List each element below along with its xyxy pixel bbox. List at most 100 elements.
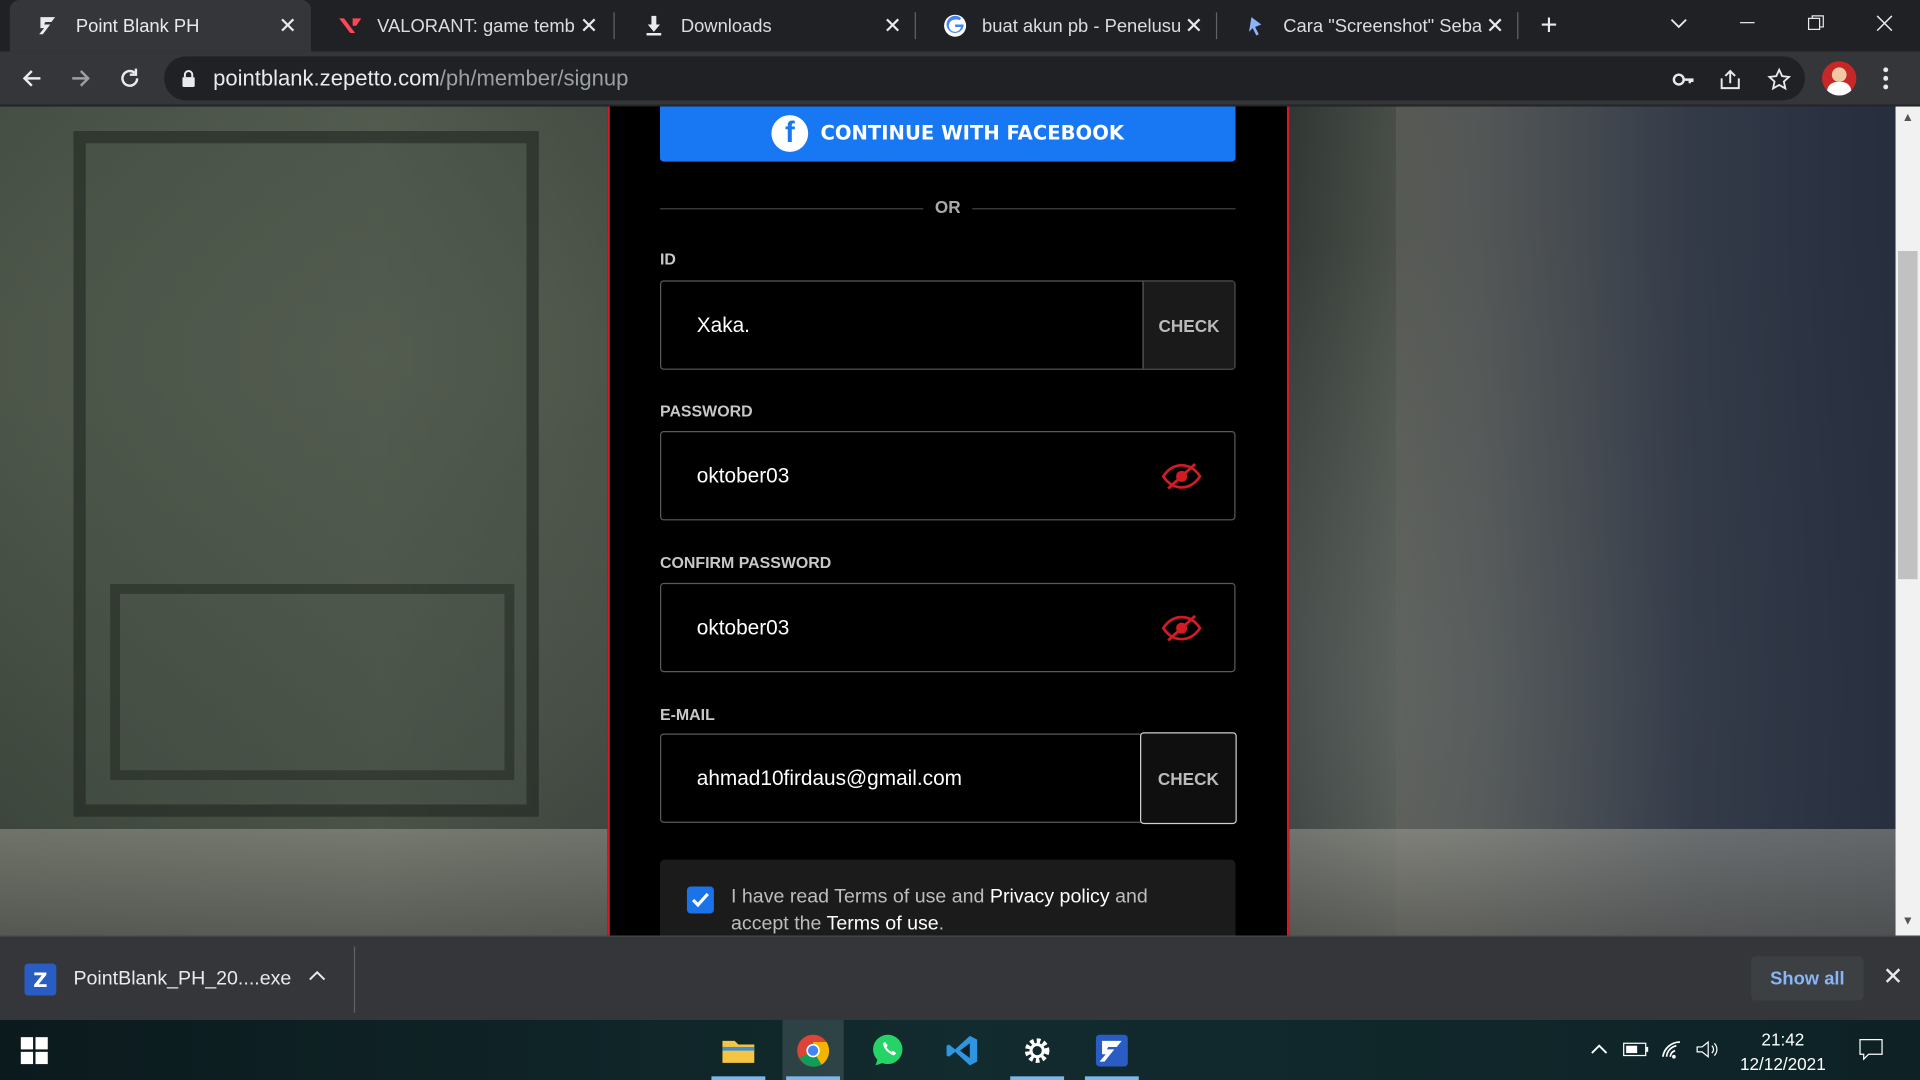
scrollbar-thumb[interactable]	[1897, 251, 1918, 580]
url-text[interactable]: pointblank.zepetto.com/ph/member/signup	[213, 66, 628, 92]
or-divider: OR	[660, 197, 1236, 219]
windows-start-icon[interactable]	[20, 1037, 48, 1065]
bookmark-star-icon[interactable]	[1766, 66, 1793, 93]
battery-icon[interactable]	[1621, 1035, 1650, 1064]
volume-icon[interactable]	[1692, 1035, 1721, 1064]
scroll-down-arrow-icon[interactable]: ▼	[1900, 915, 1915, 930]
back-button[interactable]	[15, 61, 49, 95]
taskbar-whatsapp[interactable]	[857, 1020, 918, 1080]
download-bar: Z PointBlank_PH_20....exe Show all ✕	[0, 935, 1920, 1021]
gear-icon	[1024, 1037, 1050, 1063]
background-image	[110, 584, 515, 781]
tab-close-icon[interactable]: ✕	[1180, 12, 1207, 39]
terms-agreement-box: I have read Terms of use and Privacy pol…	[660, 859, 1236, 936]
address-bar[interactable]: pointblank.zepetto.com/ph/member/signup	[164, 56, 1805, 101]
close-window-button[interactable]	[1850, 0, 1919, 47]
reload-button[interactable]	[113, 61, 147, 95]
scroll-up-arrow-icon[interactable]: ▲	[1900, 111, 1915, 126]
new-tab-button[interactable]: +	[1533, 9, 1565, 42]
password-input-value[interactable]: oktober03	[697, 464, 790, 488]
windows-taskbar: 21:42 12/12/2021	[0, 1020, 1920, 1080]
tab-close-icon[interactable]: ✕	[1482, 12, 1509, 39]
facebook-button-label: CONTINUE WITH FACEBOOK	[820, 121, 1125, 145]
url-host: pointblank.zepetto.com	[213, 66, 440, 91]
taskbar-point-blank[interactable]	[1081, 1020, 1142, 1080]
checkmark-icon	[691, 892, 709, 908]
tab-title: buat akun pb - Penelusur	[982, 15, 1181, 37]
point-blank-logo-icon	[37, 13, 61, 37]
divider-line	[972, 208, 1236, 210]
taskbar-vscode[interactable]	[932, 1020, 993, 1080]
tab-title: Cara "Screenshot" Sebagi	[1283, 15, 1482, 37]
tab-google-search[interactable]: buat akun pb - Penelusur ✕	[916, 0, 1217, 51]
point-blank-installer-icon: Z	[24, 963, 57, 996]
or-text: OR	[934, 197, 961, 217]
eye-slash-icon[interactable]	[1161, 613, 1203, 642]
terms-text: I have read Terms of use and Privacy pol…	[731, 884, 1209, 935]
tab-point-blank[interactable]: Point Blank PH ✕	[9, 0, 312, 52]
eye-slash-icon[interactable]	[1161, 462, 1203, 491]
lock-icon[interactable]	[181, 70, 196, 93]
system-clock[interactable]: 21:42 12/12/2021	[1724, 1027, 1842, 1076]
tab-screenshot-article[interactable]: Cara "Screenshot" Sebagi ✕	[1217, 0, 1518, 51]
restore-button[interactable]	[1782, 0, 1851, 47]
facebook-logo-icon: f	[771, 114, 809, 152]
email-input-value[interactable]: ahmad10firdaus@gmail.com	[697, 767, 962, 791]
taskbar-chrome[interactable]	[782, 1020, 844, 1080]
page-icon	[1244, 13, 1268, 37]
arrow-right-icon	[72, 70, 90, 87]
show-hidden-icons-chevron-icon[interactable]	[1587, 1035, 1611, 1064]
terms-checkbox[interactable]	[686, 886, 714, 914]
restore-icon	[1807, 15, 1824, 31]
terms-text-part: .	[938, 913, 945, 935]
chevron-down-icon	[1670, 18, 1687, 29]
id-check-button[interactable]: CHECK	[1142, 281, 1235, 369]
close-download-bar-icon[interactable]: ✕	[1878, 961, 1907, 990]
forward-button[interactable]	[64, 61, 98, 95]
confirm-password-field[interactable]: oktober03	[660, 582, 1236, 673]
reload-icon	[121, 68, 139, 87]
page-scrollbar[interactable]: ▲ ▼	[1895, 106, 1920, 936]
vscode-icon	[946, 1035, 978, 1065]
terms-of-use-link[interactable]: Terms of use	[827, 913, 939, 934]
tab-valorant[interactable]: VALORANT: game tembak ✕	[311, 0, 612, 51]
show-all-downloads-button[interactable]: Show all	[1751, 956, 1864, 1001]
email-field[interactable]: ahmad10firdaus@gmail.com CHECK	[660, 732, 1237, 825]
notification-center-icon[interactable]	[1854, 1035, 1888, 1064]
check-label: CHECK	[1158, 315, 1220, 335]
whatsapp-icon	[873, 1034, 903, 1065]
download-item[interactable]: Z PointBlank_PH_20....exe	[24, 961, 291, 998]
taskbar-settings[interactable]	[1007, 1020, 1068, 1080]
running-indicator	[786, 1076, 841, 1080]
background-image	[1395, 106, 1896, 936]
key-icon[interactable]	[1670, 66, 1697, 93]
email-check-button[interactable]: CHECK	[1140, 732, 1237, 825]
confirm-password-label: CONFIRM PASSWORD	[660, 553, 832, 572]
clock-time: 21:42	[1761, 1029, 1805, 1050]
id-field[interactable]: Xaka. CHECK	[660, 280, 1236, 370]
tab-close-icon[interactable]: ✕	[879, 12, 906, 39]
download-options-chevron-icon[interactable]	[309, 966, 333, 990]
privacy-policy-link[interactable]: Privacy policy	[990, 887, 1110, 908]
profile-avatar[interactable]	[1822, 61, 1857, 96]
password-field[interactable]: oktober03	[660, 431, 1236, 521]
browser-menu-icon[interactable]	[1873, 64, 1897, 93]
tab-title: Point Blank PH	[75, 15, 200, 37]
taskbar-file-explorer[interactable]	[708, 1020, 769, 1080]
tab-close-icon[interactable]: ✕	[576, 12, 603, 39]
wifi-icon[interactable]	[1658, 1035, 1687, 1064]
valorant-logo-icon	[338, 13, 362, 37]
minimize-button[interactable]	[1713, 0, 1782, 47]
tab-search-button[interactable]	[1645, 0, 1714, 47]
page-viewport: f CONTINUE WITH FACEBOOK OR ID Xaka. CHE…	[0, 106, 1896, 936]
running-indicator	[1010, 1076, 1065, 1080]
tab-close-icon[interactable]: ✕	[274, 12, 301, 39]
running-indicator	[711, 1076, 766, 1080]
url-path: /ph/member/signup	[439, 66, 629, 91]
id-input-value[interactable]: Xaka.	[697, 313, 750, 337]
tab-downloads[interactable]: Downloads ✕	[615, 0, 916, 51]
browser-toolbar: pointblank.zepetto.com/ph/member/signup	[0, 51, 1920, 106]
confirm-password-input-value[interactable]: oktober03	[697, 616, 790, 640]
share-icon[interactable]	[1717, 66, 1744, 93]
continue-with-facebook-button[interactable]: f CONTINUE WITH FACEBOOK	[660, 106, 1236, 162]
